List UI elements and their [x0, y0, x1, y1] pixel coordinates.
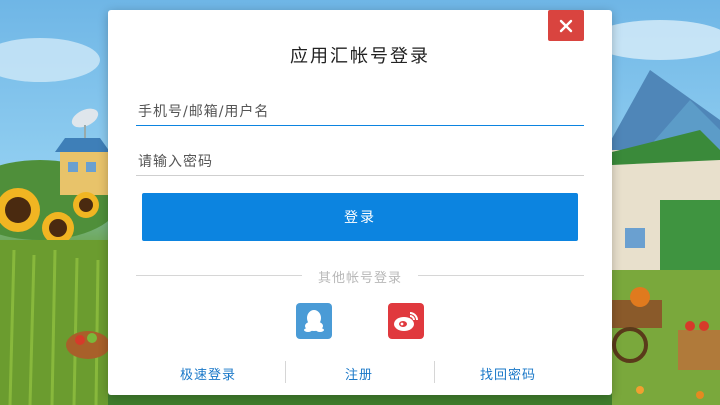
qq-icon — [304, 310, 324, 332]
link-separator — [285, 361, 286, 383]
account-input-underline — [136, 125, 584, 126]
divider-right — [418, 275, 584, 276]
recover-password-link[interactable]: 找回密码 — [480, 364, 536, 383]
weibo-login-button[interactable] — [388, 303, 424, 339]
weibo-icon — [394, 312, 418, 331]
close-button[interactable] — [548, 10, 584, 41]
password-input-underline — [136, 175, 584, 176]
login-dialog: 应用汇帐号登录 登录 其他帐号登录 极速登录 注册 找回密码 — [108, 10, 612, 395]
quick-login-link[interactable]: 极速登录 — [180, 364, 236, 383]
other-login-label: 其他帐号登录 — [317, 271, 402, 286]
login-button-label: 登录 — [344, 210, 376, 226]
dialog-title: 应用汇帐号登录 — [290, 46, 430, 67]
qq-login-button[interactable] — [296, 303, 332, 339]
link-separator — [434, 361, 435, 383]
account-input[interactable] — [136, 90, 584, 134]
login-button[interactable]: 登录 — [142, 193, 578, 241]
register-link[interactable]: 注册 — [345, 364, 373, 383]
close-icon — [559, 19, 573, 32]
password-input[interactable] — [136, 140, 584, 184]
